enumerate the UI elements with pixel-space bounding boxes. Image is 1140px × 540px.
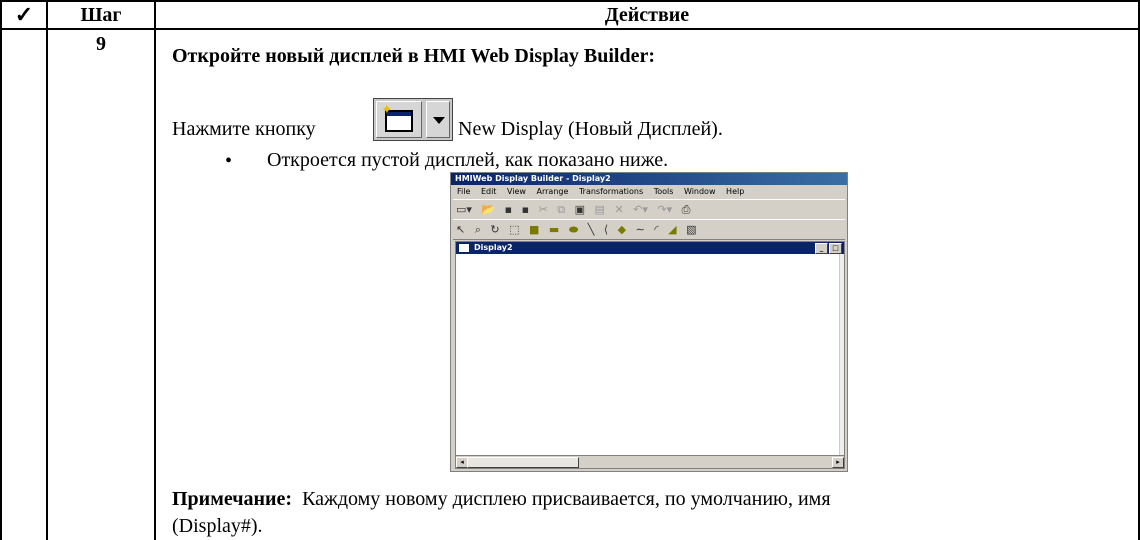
print-icon: ⎙ [681, 203, 691, 216]
header-step: Шаг [80, 4, 122, 26]
new-icon: ▭▾ [456, 203, 472, 216]
curve-icon: ∼ [635, 223, 645, 236]
menu-tools: Tools [653, 187, 674, 196]
menu-arrange: Arrange [536, 187, 569, 196]
redo-icon: ↷▾ [657, 203, 673, 216]
app-titlebar: HMIWeb Display Builder - Display2 [451, 173, 847, 185]
select-icon: ↖ [456, 223, 466, 236]
ellipse-icon: ⬬ [568, 223, 579, 236]
chevron-down-icon [426, 101, 450, 138]
rounded-rect-icon: ▬ [548, 223, 560, 236]
note: Примечание: Каждому новому дисплею присв… [172, 488, 831, 511]
menu-view: View [506, 187, 526, 196]
cut-icon: ✂ [538, 203, 548, 216]
note-label: Примечание: [172, 488, 293, 510]
copy-icon: ⧉ [557, 203, 566, 216]
document-titlebar: Display2 _ □ [456, 242, 844, 254]
picture-icon: ▧ [686, 223, 697, 236]
app-menubar: File Edit View Arrange Transformations T… [451, 185, 847, 198]
step-number: 9 [96, 33, 106, 55]
app-toolbar-drawing: ↖ ⌕ ↻ ⬚ ■ ▬ ⬬ ╲ ⟨ ◆ ∼ ◜ ◢ ▧ [453, 219, 845, 240]
scroll-right-icon: ▸ [832, 457, 844, 468]
scroll-thumb [467, 457, 579, 468]
document-window: Display2 _ □ ◂ ▸ [455, 241, 845, 469]
new-display-icon: ✦ [376, 101, 422, 138]
open-icon: 📂 [481, 203, 496, 216]
polyline-icon: ⟨ [603, 223, 609, 236]
table-left-border [0, 0, 2, 540]
minimize-icon: _ [815, 243, 828, 254]
delete-icon: ✕ [614, 203, 624, 216]
line-icon: ╲ [587, 223, 595, 236]
hmiweb-screenshot: HMIWeb Display Builder - Display2 File E… [450, 172, 848, 472]
bullet-dot: • [225, 150, 233, 172]
save-icon: ▪ [504, 203, 513, 216]
instruction-before: Нажмите кнопку [172, 118, 316, 140]
header-bottom-border [0, 28, 1140, 30]
col-divider-1 [46, 0, 48, 540]
rotate-icon: ↻ [490, 223, 500, 236]
instruction-after: New Display (Новый Дисплей). [458, 118, 723, 140]
document-title: Display2 [474, 243, 513, 252]
maximize-icon: □ [829, 243, 842, 254]
menu-edit: Edit [480, 187, 497, 196]
new-display-button-image: ✦ [373, 98, 453, 141]
app-toolbar-standard: ▭▾ 📂 ▪ ▪ ✂ ⧉ ▣ ▤ ✕ ↶▾ ↷▾ ⎙ [453, 199, 845, 220]
menu-file: File [457, 187, 471, 196]
marquee-icon: ⬚ [509, 223, 520, 236]
bullet-text: Откроется пустой дисплей, как показано н… [267, 149, 669, 171]
window-icon [459, 244, 469, 252]
header-check: ✓ [14, 2, 34, 27]
paste-special-icon: ▤ [594, 203, 605, 216]
zoom-icon: ⌕ [474, 223, 481, 236]
menu-help: Help [726, 187, 745, 196]
vertical-scrollbar [839, 254, 844, 456]
step-title: Откройте новый дисплей в HMI Web Display… [172, 45, 656, 67]
save-all-icon: ▪ [521, 203, 530, 216]
menu-window: Window [683, 187, 716, 196]
note-text-continued: (Display#). [172, 515, 263, 537]
arc-icon: ◜ [654, 223, 659, 236]
horizontal-scrollbar: ◂ ▸ [456, 455, 844, 468]
wedge-icon: ◢ [668, 223, 677, 236]
rectangle-icon: ■ [529, 223, 540, 236]
window-buttons: _ □ [814, 243, 842, 254]
polygon-icon: ◆ [617, 223, 627, 236]
col-divider-2 [154, 0, 156, 540]
undo-icon: ↶▾ [633, 203, 648, 216]
paste-icon: ▣ [574, 203, 586, 216]
menu-transformations: Transformations [578, 187, 644, 196]
note-text: Каждому новому дисплею присваивается, по… [302, 488, 831, 510]
header-action: Действие [604, 4, 690, 26]
